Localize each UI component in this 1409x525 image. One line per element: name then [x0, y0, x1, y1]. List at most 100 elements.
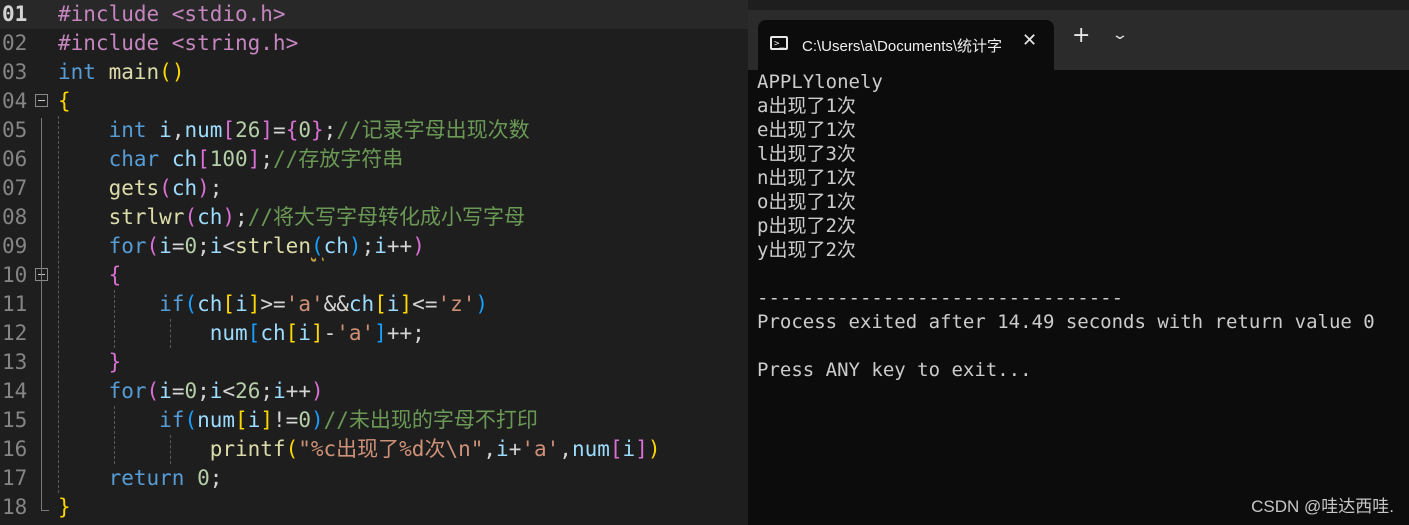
close-icon[interactable]: ✕	[1022, 30, 1037, 51]
code-editor[interactable]: 01 #include <stdio.h> 02 #include <string.h…	[0, 0, 748, 525]
code-line[interactable]: 13 }	[0, 348, 748, 377]
code-token: (	[159, 176, 172, 200]
code-line[interactable]: 16 printf("%c出现了%d次\n",i+'a',num[i])	[0, 435, 748, 464]
code-line[interactable]: 10 {	[0, 261, 748, 290]
code-token: int	[58, 60, 96, 84]
chevron-down-icon[interactable]: ⌄	[1111, 27, 1129, 43]
code-token: ;	[260, 379, 274, 403]
code-text: num[ch[i]-'a']++;	[58, 319, 425, 348]
code-token: i	[273, 379, 286, 403]
code-token: +	[508, 437, 522, 461]
line-number: 02	[2, 31, 28, 55]
code-text: char ch[100];//存放字符串	[58, 145, 404, 174]
terminal-icon: >_	[770, 36, 788, 50]
code-token: )	[310, 408, 324, 432]
code-token: [	[247, 321, 261, 345]
code-token: <	[222, 234, 236, 258]
code-token: ;	[323, 118, 337, 142]
code-line[interactable]: 04 {	[0, 87, 748, 116]
code-text: if(ch[i]>='a'&&ch[i]<='z')	[58, 290, 488, 319]
code-line[interactable]: 18}	[0, 493, 748, 522]
code-line[interactable]: 12 num[ch[i]-'a']++;	[0, 319, 748, 348]
code-token: char	[108, 147, 160, 171]
fold-end	[41, 510, 49, 511]
code-line[interactable]: 14 for(i=0;i<26;i++)	[0, 377, 748, 406]
code-text: }	[58, 493, 71, 522]
code-token: [	[222, 292, 236, 316]
terminal-tab-bar: >_ C:\Users\a\Documents\统计字 ✕ + ⌄	[748, 10, 1409, 70]
code-line[interactable]: 15 if(num[i]!=0)//未出现的字母不打印	[0, 406, 748, 435]
line-number: 09	[2, 234, 28, 258]
terminal-line: e出现了1次	[757, 119, 856, 141]
code-token: (	[146, 379, 160, 403]
indent-guide	[58, 116, 59, 493]
code-line[interactable]: 06 char ch[100];//存放字符串	[0, 145, 748, 174]
code-token: 26	[235, 379, 261, 403]
code-token: (	[285, 437, 299, 461]
code-token: [	[197, 147, 210, 171]
code-line[interactable]: 05 int i,num[26]={0};//记录字母出现次数	[0, 116, 748, 145]
line-number: 06	[2, 147, 28, 171]
code-token: //存放字符串	[273, 147, 404, 171]
code-token: )	[475, 292, 489, 316]
tab-title: C:\Users\a\Documents\统计字	[802, 38, 1003, 55]
code-token: ch	[348, 292, 375, 316]
code-token: ch	[197, 205, 223, 229]
code-token: )	[348, 234, 362, 258]
code-token: =	[171, 379, 185, 403]
code-token: strlen	[235, 234, 311, 258]
code-token: ;	[209, 176, 223, 200]
terminal-line: p出现了2次	[757, 215, 856, 237]
code-token: -	[323, 321, 337, 345]
code-token: 'a'	[521, 437, 560, 461]
terminal-window[interactable]: >_ C:\Users\a\Documents\统计字 ✕ + ⌄ APPLYl…	[748, 10, 1409, 525]
code-token: ch	[171, 147, 198, 171]
line-number: 05	[2, 118, 28, 142]
terminal-icon-glyph: >_	[774, 39, 785, 49]
code-token: ,	[483, 437, 497, 461]
fold-toggle-icon[interactable]	[35, 94, 48, 107]
terminal-line: Process exited after 14.49 seconds with …	[757, 311, 1375, 333]
code-token: i	[159, 118, 172, 142]
code-token: &&	[323, 292, 349, 316]
line-number: 12	[2, 321, 28, 345]
code-text: int i,num[26]={0};//记录字母出现次数	[58, 116, 530, 145]
code-text: printf("%c出现了%d次\n",i+'a',num[i])	[58, 435, 661, 464]
code-line[interactable]: 08 strlwr(ch);//将大写字母转化成小写字母	[0, 203, 748, 232]
code-token: //未出现的字母不打印	[323, 408, 538, 432]
code-token: }	[311, 118, 324, 142]
code-line[interactable]: 02 #include <string.h>	[0, 29, 748, 58]
code-line[interactable]: 09 for(i=0;i<strlen(ch);i++)	[0, 232, 748, 261]
code-token: i	[374, 234, 387, 258]
code-line[interactable]: 07 gets(ch);	[0, 174, 748, 203]
code-token: i	[386, 292, 400, 316]
code-token: {	[58, 89, 71, 113]
code-token: if	[159, 408, 185, 432]
code-line[interactable]: 17 return 0;	[0, 464, 748, 493]
code-token: [	[609, 437, 623, 461]
code-text: for(i=0;i<strlen(ch);i++)	[58, 232, 425, 261]
terminal-output[interactable]: APPLYlonely a出现了1次 e出现了1次 l出现了3次 n出现了1次 o出现了1…	[757, 70, 1409, 525]
code-token: i	[159, 234, 172, 258]
code-line[interactable]: 11 if(ch[i]>='a'&&ch[i]<='z')	[0, 290, 748, 319]
line-number: 13	[2, 350, 28, 374]
code-line[interactable]: 01 #include <stdio.h>	[0, 0, 748, 29]
code-token: <	[222, 379, 236, 403]
code-token: ,	[171, 118, 185, 142]
code-text: int main()	[58, 58, 184, 87]
code-token: num	[571, 437, 610, 461]
indent-guide	[114, 290, 115, 348]
new-tab-button[interactable]: +	[1072, 25, 1090, 47]
line-number: 11	[2, 292, 28, 316]
code-token: strlwr	[108, 205, 185, 229]
code-token: for	[108, 234, 147, 258]
fold-guide	[41, 118, 42, 510]
terminal-tab[interactable]: >_ C:\Users\a\Documents\统计字 ✕	[758, 20, 1054, 70]
line-number: 16	[2, 437, 28, 461]
code-line[interactable]: 03 int main()	[0, 58, 748, 87]
code-text: #include <string.h>	[58, 29, 298, 58]
